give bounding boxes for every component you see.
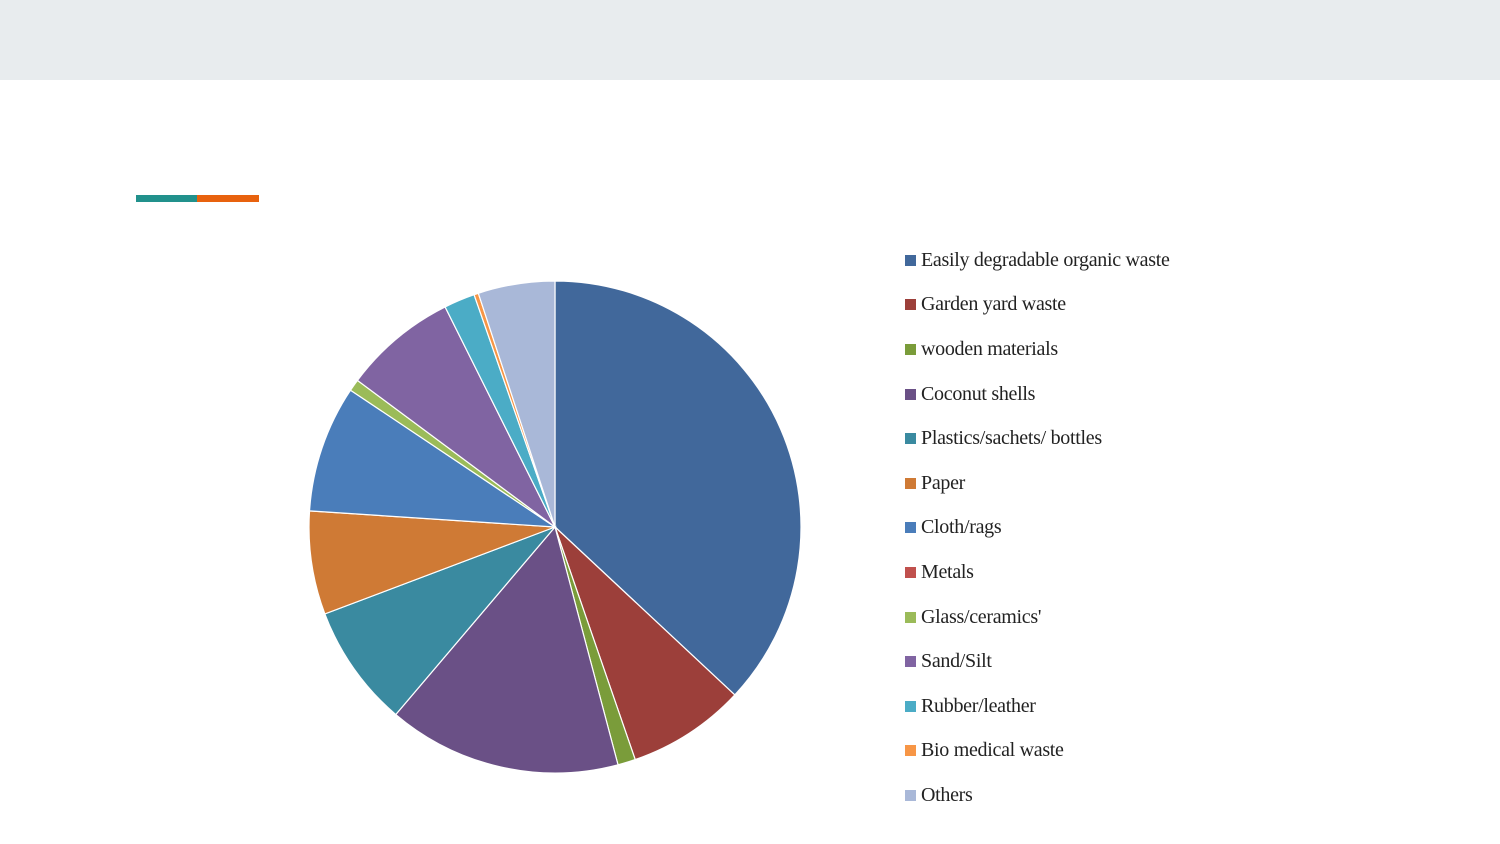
legend-label: Garden yard waste	[921, 293, 1066, 316]
legend-label: Bio medical waste	[921, 739, 1064, 762]
legend-item: Sand/Silt	[905, 639, 1265, 684]
legend-swatch	[905, 566, 916, 578]
legend-label: Others	[921, 783, 973, 806]
legend-label: Plastics/sachets/ bottles	[921, 427, 1102, 450]
legend-item: Paper	[905, 461, 1265, 506]
slide: Easily degradable organic waste Garden ya…	[0, 0, 1500, 844]
legend-label: Coconut shells	[921, 382, 1036, 405]
legend-swatch	[905, 745, 916, 757]
legend-item: Metals	[905, 550, 1265, 595]
legend-swatch	[905, 611, 916, 623]
pie-slices	[308, 280, 802, 774]
legend-item: Easily degradable organic waste	[905, 238, 1265, 283]
legend-swatch	[905, 789, 916, 801]
legend-label: Rubber/leather	[921, 694, 1036, 717]
legend-label: Cloth/rags	[921, 516, 1002, 539]
legend-swatch	[905, 656, 916, 668]
legend-label: Easily degradable organic waste	[921, 248, 1170, 271]
legend-swatch	[905, 433, 916, 445]
legend-label: wooden materials	[921, 337, 1058, 360]
legend-item: Bio medical waste	[905, 729, 1265, 774]
legend-label: Metals	[921, 560, 974, 583]
legend-swatch	[905, 254, 916, 266]
legend-swatch	[905, 522, 916, 534]
legend-item: Others	[905, 773, 1265, 818]
legend-swatch	[905, 700, 916, 712]
legend-item: Rubber/leather	[905, 684, 1265, 729]
legend-label: Sand/Silt	[921, 650, 992, 673]
legend-label: Paper	[921, 471, 966, 494]
legend-swatch	[905, 299, 916, 311]
legend-label: Glass/ceramics'	[921, 605, 1042, 628]
legend-swatch	[905, 388, 916, 400]
legend-swatch	[905, 477, 916, 489]
legend-swatch	[905, 343, 916, 355]
chart-legend: Easily degradable organic waste Garden ya…	[905, 238, 1265, 818]
legend-item: wooden materials	[905, 327, 1265, 372]
legend-item: Plastics/sachets/ bottles	[905, 416, 1265, 461]
legend-item: Garden yard waste	[905, 283, 1265, 328]
legend-item: Glass/ceramics'	[905, 595, 1265, 640]
legend-item: Coconut shells	[905, 372, 1265, 417]
pie-chart	[308, 280, 802, 774]
legend-item: Cloth/rags	[905, 506, 1265, 551]
